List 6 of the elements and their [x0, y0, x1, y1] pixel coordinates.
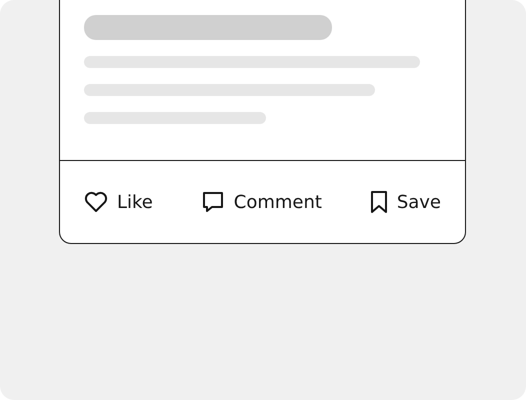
like-button[interactable]: Like — [84, 191, 153, 213]
heart-icon — [84, 191, 108, 213]
bookmark-icon — [370, 190, 388, 214]
speech-bubble-icon — [200, 190, 225, 214]
comment-button[interactable]: Comment — [200, 190, 322, 214]
save-button[interactable]: Save — [370, 190, 441, 214]
